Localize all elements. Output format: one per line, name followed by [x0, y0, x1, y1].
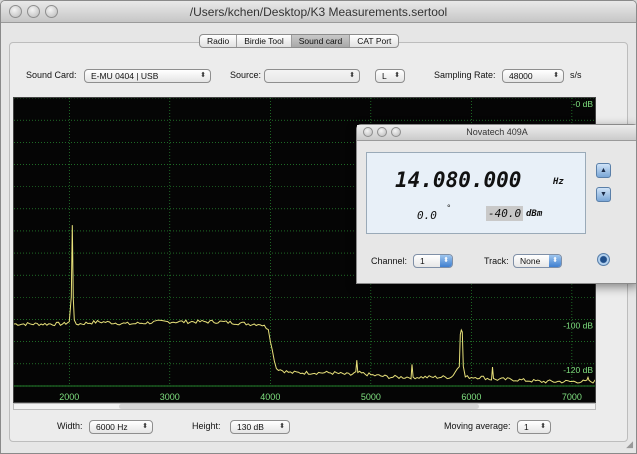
- source-label: Source:: [230, 70, 262, 80]
- tab-bar: Radio Birdie Tool Sound card CAT Port: [199, 34, 400, 48]
- amplitude-unit: dBm: [526, 209, 543, 219]
- height-select[interactable]: 130 dB ⬍: [230, 420, 290, 434]
- x-tick-label: 4000: [260, 392, 280, 402]
- x-tick-label: 3000: [160, 392, 180, 402]
- novatech-title: Novatech 409A: [466, 127, 528, 137]
- scrollbar-thumb[interactable]: [119, 404, 479, 409]
- moving-average-select[interactable]: 1 ⬍: [517, 420, 551, 434]
- novatech-channel-select[interactable]: 1 ⬍: [413, 254, 453, 268]
- track-label: Track:: [484, 256, 509, 266]
- x-tick-label: 6000: [461, 392, 481, 402]
- width-select[interactable]: 6000 Hz ⬍: [89, 420, 153, 434]
- updown-arrows-icon: ⬍: [349, 72, 355, 79]
- main-window: /Users/kchen/Desktop/K3 Measurements.ser…: [0, 0, 637, 454]
- updown-arrows-icon: ⬍: [440, 255, 452, 267]
- channel-lr-select[interactable]: L ⬍: [375, 69, 405, 83]
- novatech-channel-value: 1: [420, 256, 425, 266]
- frequency-readout[interactable]: 14.080.000: [395, 168, 521, 192]
- width-value: 6000 Hz: [96, 422, 128, 432]
- sound-card-select[interactable]: E-MU 0404 | USB ⬍: [84, 69, 211, 83]
- tab-sound-card[interactable]: Sound card: [291, 35, 351, 47]
- plot-horizontal-scrollbar[interactable]: [13, 403, 596, 410]
- triangle-down-icon: ▼: [600, 191, 607, 198]
- tab-birdie-tool[interactable]: Birdie Tool: [237, 35, 292, 47]
- generator-display: 14.080.000 Hz 0.0 ° -40.0 dBm: [366, 152, 586, 234]
- title-bar[interactable]: /Users/kchen/Desktop/K3 Measurements.ser…: [1, 1, 636, 23]
- tab-radio[interactable]: Radio: [200, 35, 238, 47]
- width-label: Width:: [57, 421, 83, 431]
- novatech-channel-label: Channel:: [371, 256, 408, 266]
- moving-average-label: Moving average:: [444, 421, 511, 431]
- sampling-rate-label: Sampling Rate:: [434, 70, 496, 80]
- source-select[interactable]: ⬍: [264, 69, 360, 83]
- updown-arrows-icon: ⬍: [540, 423, 546, 430]
- updown-arrows-icon: ⬍: [549, 255, 561, 267]
- track-select[interactable]: None ⬍: [513, 254, 562, 268]
- height-label: Height:: [192, 421, 221, 431]
- resize-grip-icon[interactable]: ◢: [626, 439, 633, 450]
- step-up-button[interactable]: ▲: [596, 163, 611, 178]
- y-tick-label: -0 dB: [573, 99, 594, 109]
- x-tick-label: 5000: [361, 392, 381, 402]
- output-enable-radio[interactable]: [597, 253, 610, 266]
- x-tick-label: 2000: [59, 392, 79, 402]
- updown-arrows-icon: ⬍: [200, 72, 206, 79]
- step-down-button[interactable]: ▼: [596, 187, 611, 202]
- frequency-unit: Hz: [553, 177, 564, 187]
- channel-lr-value: L: [382, 71, 387, 81]
- sampling-rate-value: 48000: [509, 71, 533, 81]
- phase-unit: °: [447, 203, 451, 213]
- updown-arrows-icon: ⬍: [553, 72, 559, 79]
- updown-arrows-icon: ⬍: [279, 423, 285, 430]
- x-tick-label: 7000: [562, 392, 582, 402]
- moving-average-value: 1: [524, 422, 529, 432]
- triangle-up-icon: ▲: [600, 167, 607, 174]
- y-tick-label: -120 dB: [563, 365, 593, 375]
- y-tick-label: -100 dB: [563, 321, 593, 331]
- track-value: None: [520, 256, 541, 266]
- height-value: 130 dB: [237, 422, 264, 432]
- phase-readout[interactable]: 0.0: [417, 209, 437, 222]
- sampling-rate-select[interactable]: 48000 ⬍: [502, 69, 564, 83]
- sampling-rate-unit: s/s: [570, 70, 582, 80]
- amplitude-readout[interactable]: -40.0: [486, 206, 524, 221]
- window-title: /Users/kchen/Desktop/K3 Measurements.ser…: [189, 5, 448, 19]
- novatech-window: Novatech 409A 14.080.000 Hz 0.0 ° -40.0 …: [356, 124, 636, 284]
- updown-arrows-icon: ⬍: [142, 423, 148, 430]
- novatech-title-bar[interactable]: Novatech 409A: [357, 125, 636, 141]
- sound-card-label: Sound Card:: [26, 70, 77, 80]
- updown-arrows-icon: ⬍: [394, 72, 400, 79]
- sound-card-value: E-MU 0404 | USB: [91, 71, 159, 81]
- tab-cat-port[interactable]: CAT Port: [350, 35, 398, 47]
